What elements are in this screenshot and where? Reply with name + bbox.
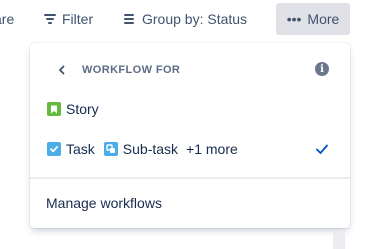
info-icon[interactable]: i xyxy=(315,62,329,76)
workflow-option-task[interactable]: Task Sub-task +1 more xyxy=(30,129,350,169)
dropdown-header: WORKFLOW FOR i xyxy=(30,59,350,81)
group-by-button[interactable]: Group by: Status xyxy=(124,3,247,35)
manage-workflows-item[interactable]: Manage workflows xyxy=(30,183,350,223)
background-scrollbar[interactable] xyxy=(333,232,345,249)
story-icon xyxy=(47,102,61,116)
group-by-label: Group by: Status xyxy=(142,11,248,27)
dropdown-divider xyxy=(30,177,350,179)
board-toolbar: are Filter Group by: Status ••• More xyxy=(0,0,371,38)
task-label: Task xyxy=(66,141,95,157)
more-types-count: +1 more xyxy=(186,141,238,157)
more-dots-icon: ••• xyxy=(286,11,302,27)
toolbar-truncated-button[interactable]: are xyxy=(0,3,14,35)
dropdown-title: WORKFLOW FOR xyxy=(82,64,181,76)
back-button[interactable] xyxy=(54,62,70,78)
filter-icon xyxy=(44,14,56,24)
subtask-icon xyxy=(103,142,118,156)
page: are Filter Group by: Status ••• More xyxy=(0,0,371,249)
check-icon xyxy=(316,144,328,154)
chevron-left-icon xyxy=(59,65,65,75)
task-icon xyxy=(47,142,61,156)
story-label: Story xyxy=(66,101,99,117)
filter-label: Filter xyxy=(62,11,94,27)
filter-button[interactable]: Filter xyxy=(44,3,93,35)
more-label: More xyxy=(307,11,340,27)
workflow-option-story[interactable]: Story xyxy=(30,89,350,129)
manage-workflows-label: Manage workflows xyxy=(46,195,162,211)
subtask-label: Sub-task xyxy=(122,141,179,157)
list-icon xyxy=(124,14,136,24)
toolbar-truncated-label: are xyxy=(0,11,15,27)
more-button[interactable]: ••• More xyxy=(276,3,350,35)
workflow-dropdown: WORKFLOW FOR i Story Task Sub-task +1 mo… xyxy=(30,43,350,228)
